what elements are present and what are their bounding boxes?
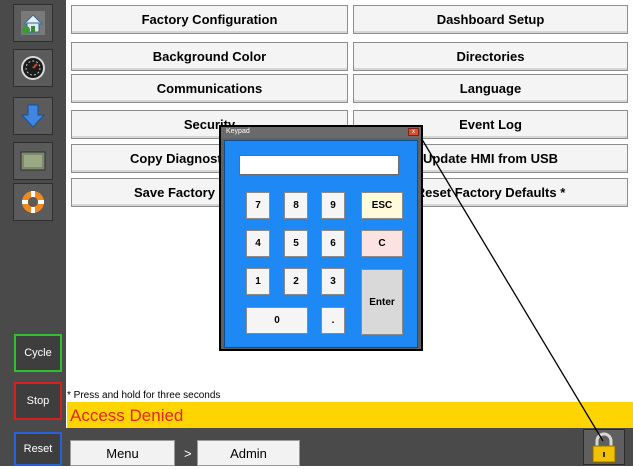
gauge-icon	[21, 56, 45, 80]
key-1[interactable]: 1	[246, 268, 270, 295]
background-color-button[interactable]: Background Color	[71, 42, 348, 71]
esc-key[interactable]: ESC	[361, 192, 403, 219]
key-7[interactable]: 7	[246, 192, 270, 219]
keypad-title: Keypad	[226, 128, 250, 135]
keypad-dialog: Keypad x 7 8 9 ESC 4 5 6 C 1 2 3 Enter 0…	[219, 125, 423, 351]
language-button[interactable]: Language	[353, 74, 628, 103]
key-3[interactable]: 3	[321, 268, 345, 295]
decimal-key[interactable]: .	[321, 307, 345, 334]
status-message: Access Denied	[70, 406, 184, 425]
key-9[interactable]: 9	[321, 192, 345, 219]
communications-button[interactable]: Communications	[71, 74, 348, 103]
clear-key[interactable]: C	[361, 230, 403, 257]
dashboard-setup-button[interactable]: Dashboard Setup	[353, 5, 628, 34]
breadcrumb-admin[interactable]: Admin	[197, 440, 300, 466]
lock-button[interactable]	[583, 429, 625, 465]
cycle-button[interactable]: Cycle	[14, 334, 62, 372]
lifebuoy-icon	[22, 191, 44, 213]
key-0[interactable]: 0	[246, 307, 308, 334]
enter-key[interactable]: Enter	[361, 269, 403, 335]
factory-configuration-button[interactable]: Factory Configuration	[71, 5, 348, 34]
directories-button[interactable]: Directories	[353, 42, 628, 71]
key-4[interactable]: 4	[246, 230, 270, 257]
padlock-icon	[592, 432, 616, 463]
status-bar: Access Denied	[67, 402, 633, 428]
reset-button[interactable]: Reset	[14, 432, 62, 466]
keypad-titlebar[interactable]: Keypad x	[221, 127, 421, 138]
help-button[interactable]	[13, 183, 53, 221]
download-arrow-icon	[20, 104, 46, 128]
home-icon	[21, 11, 45, 35]
keypad-body: 7 8 9 ESC 4 5 6 C 1 2 3 Enter 0 .	[224, 140, 418, 348]
key-6[interactable]: 6	[321, 230, 345, 257]
download-button[interactable]	[13, 97, 53, 135]
footnote: * Press and hold for three seconds	[67, 390, 221, 401]
home-button[interactable]	[13, 4, 53, 42]
close-icon[interactable]: x	[408, 128, 419, 136]
breadcrumb-separator: >	[184, 446, 192, 461]
screen-button[interactable]	[13, 142, 53, 180]
key-8[interactable]: 8	[284, 192, 308, 219]
stop-button[interactable]: Stop	[14, 382, 62, 420]
sidebar: Cycle Stop Reset	[0, 0, 66, 466]
breadcrumb-menu[interactable]: Menu	[70, 440, 175, 466]
screen-icon	[20, 151, 46, 171]
dashboard-button[interactable]	[13, 49, 53, 87]
keypad-display[interactable]	[239, 155, 399, 175]
key-5[interactable]: 5	[284, 230, 308, 257]
key-2[interactable]: 2	[284, 268, 308, 295]
